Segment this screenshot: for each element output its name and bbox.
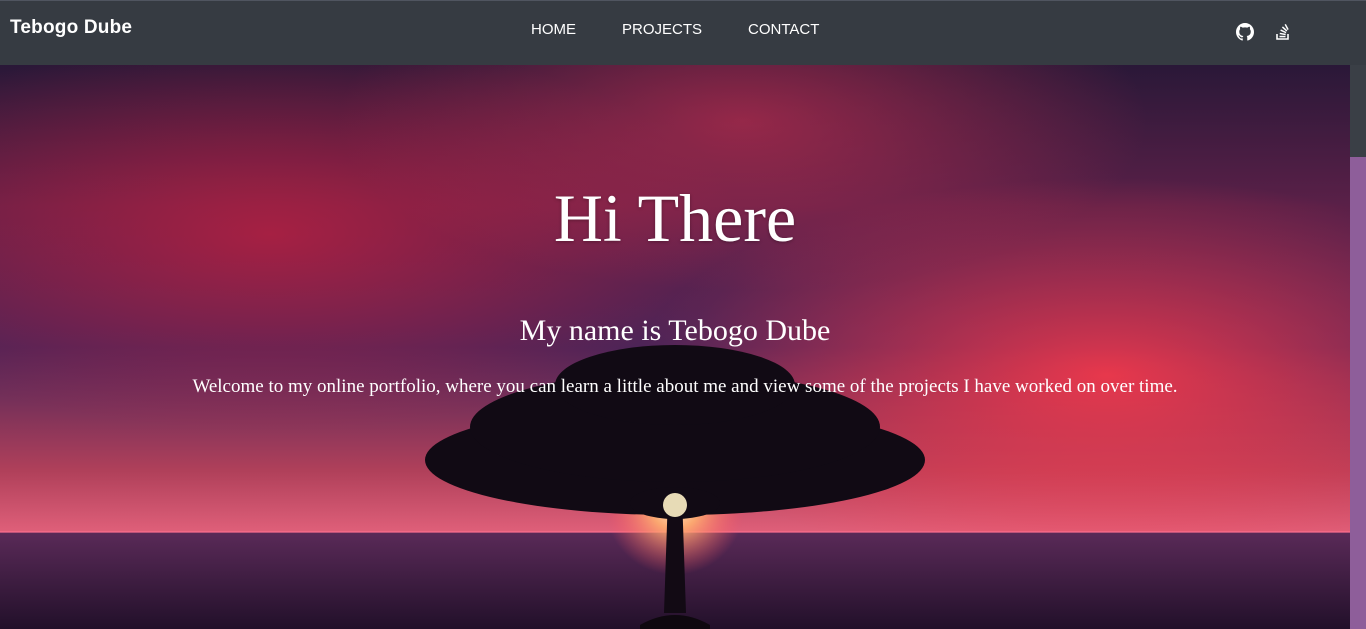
nav-links: HOME PROJECTS CONTACT xyxy=(531,21,865,38)
social-icons xyxy=(1236,23,1292,41)
hero-subtitle: My name is Tebogo Dube xyxy=(519,314,831,347)
hero-description: Welcome to my online portfolio, where yo… xyxy=(192,376,1178,397)
nav-link-projects[interactable]: PROJECTS xyxy=(622,21,702,38)
github-icon[interactable] xyxy=(1236,23,1254,41)
brand-logo-text[interactable]: Tebogo Dube xyxy=(10,17,132,39)
hero-title: Hi There xyxy=(553,180,797,256)
stack-overflow-icon[interactable] xyxy=(1274,23,1292,41)
nav-link-contact[interactable]: CONTACT xyxy=(748,21,819,38)
hero-section: Hi There My name is Tebogo Dube Welcome … xyxy=(0,65,1350,629)
nav-link-home[interactable]: HOME xyxy=(531,21,576,38)
scrollbar-thumb[interactable] xyxy=(1350,65,1366,157)
top-navbar: Tebogo Dube HOME PROJECTS CONTACT xyxy=(0,0,1366,65)
